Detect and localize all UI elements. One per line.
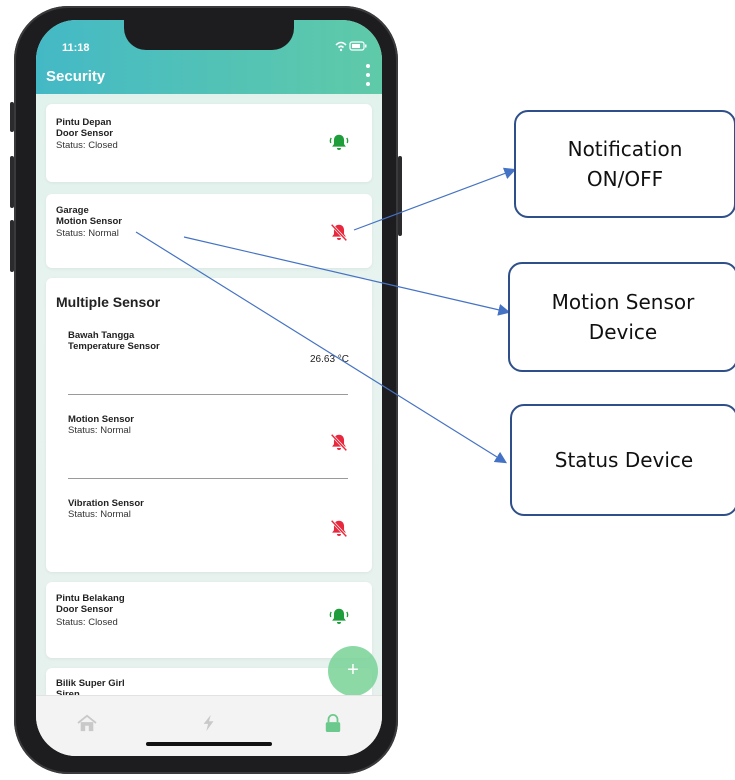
motion-sensor-arrow: [183, 236, 511, 316]
callout-text-line1: Notification: [567, 137, 683, 161]
callout-notification: Notification ON/OFF: [514, 110, 735, 218]
callout-text-line1: Motion Sensor: [551, 290, 695, 314]
callout-motion-sensor: Motion Sensor Device: [508, 262, 735, 372]
status-arrow: [135, 231, 508, 464]
callout-text-line2: ON/OFF: [586, 167, 664, 191]
notification-arrow: [353, 167, 517, 231]
callout-text-line1: Status Device: [554, 448, 694, 472]
callout-status-device: Status Device: [510, 404, 735, 516]
callout-text-line2: Device: [588, 320, 658, 344]
